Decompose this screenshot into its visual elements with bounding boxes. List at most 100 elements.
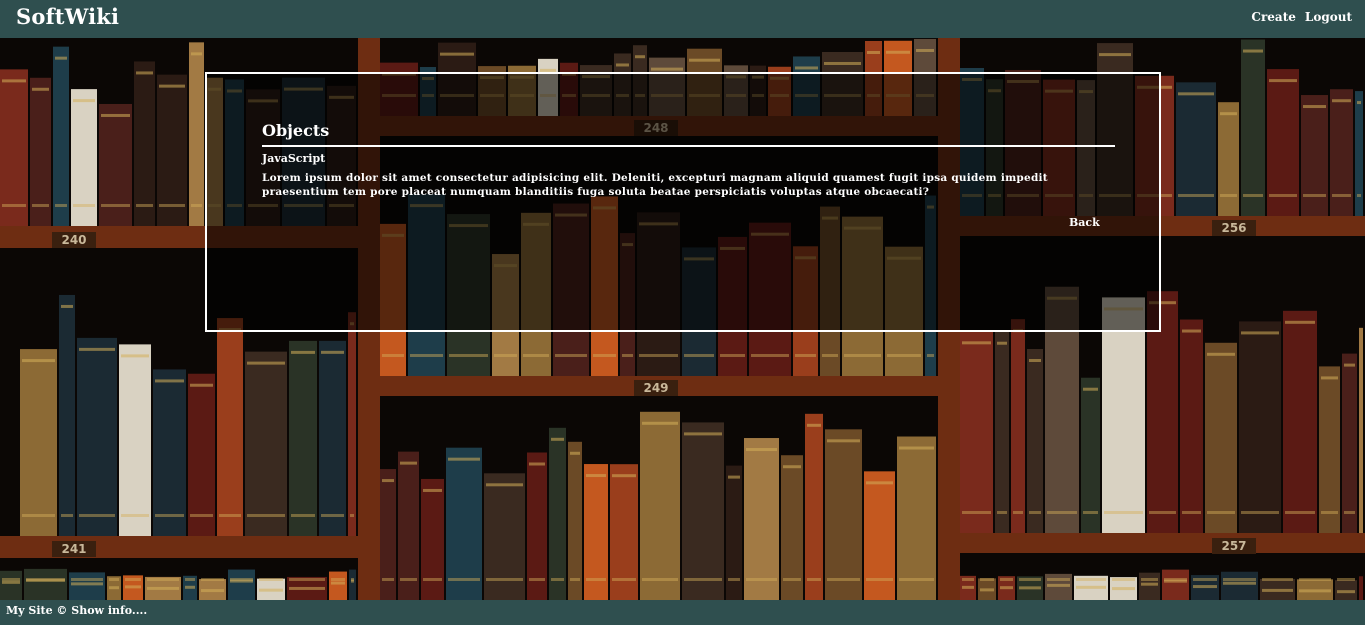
book-band (1083, 511, 1098, 514)
book-band (593, 354, 616, 357)
book-band (1321, 511, 1338, 514)
book-band (382, 479, 394, 483)
back-link[interactable]: Back (1069, 216, 1100, 229)
book-band (1303, 105, 1326, 109)
book-band (887, 354, 921, 357)
book-band (551, 437, 564, 441)
book-band (1076, 578, 1106, 581)
book-band (616, 63, 629, 67)
book-band (201, 578, 224, 581)
book-band (410, 354, 443, 357)
book-spine (1283, 310, 1317, 533)
book-band (1178, 194, 1214, 197)
book-band (783, 465, 801, 469)
book-band (101, 204, 130, 207)
book-spine (1045, 573, 1072, 600)
book-band (728, 578, 740, 581)
book-band (61, 304, 73, 308)
book-band (1099, 53, 1131, 57)
book-band (136, 71, 153, 75)
book-band (1337, 590, 1355, 594)
book-band (159, 84, 185, 88)
book-band (886, 50, 910, 54)
book-spine (349, 569, 356, 600)
book-band (1220, 194, 1237, 197)
book-band (1112, 578, 1135, 581)
book-spine (188, 373, 215, 536)
book-band (980, 578, 994, 581)
book-band (1262, 588, 1293, 592)
book-spine (245, 351, 287, 536)
shelf-number-241: 241 (61, 542, 86, 556)
article-category: JavaScript (262, 152, 326, 165)
book-band (230, 578, 253, 581)
book-band (321, 514, 344, 517)
book-spine (0, 69, 28, 226)
book-band (1149, 511, 1176, 514)
book-band (125, 585, 141, 589)
book-spine (1319, 366, 1340, 533)
book-band (247, 361, 285, 365)
book-band (400, 578, 417, 581)
book-spine (228, 569, 255, 600)
book-spine (995, 331, 1009, 533)
book-band (997, 511, 1007, 514)
book-spine (99, 103, 132, 226)
book-band (79, 347, 115, 351)
book-band (1285, 320, 1315, 324)
book-band (147, 578, 179, 581)
book-spine (805, 413, 823, 600)
article-content: Lorem ipsum dolor sit amet consectetur a… (262, 172, 1048, 198)
book-spine (1027, 349, 1043, 533)
book-band (1262, 578, 1293, 581)
book-spine (527, 452, 547, 600)
book-spine (289, 340, 317, 536)
book-band (1013, 511, 1023, 514)
book-band (795, 66, 818, 70)
book-spine (897, 436, 936, 600)
book-spine (77, 337, 117, 536)
book-band (1193, 578, 1217, 581)
book-spine (119, 344, 151, 536)
logout-link[interactable]: Logout (1305, 10, 1352, 24)
book-band (746, 448, 777, 452)
book-band (331, 581, 345, 585)
book-band (529, 578, 545, 581)
book-band (2, 578, 20, 581)
book-spine (153, 369, 186, 536)
book-band (71, 578, 103, 581)
book-spine (1205, 342, 1237, 533)
book-spine (329, 571, 347, 600)
book-spine (398, 451, 419, 600)
book-band (1076, 585, 1106, 589)
book-band (822, 354, 838, 357)
book-spine (30, 77, 51, 226)
book-band (684, 354, 714, 357)
book-band (1047, 583, 1070, 587)
brand-logo-link[interactable]: SoftWiki (16, 4, 119, 29)
book-band (486, 483, 523, 487)
book-band (1321, 376, 1338, 380)
book-band (125, 578, 141, 581)
book-spine (1267, 69, 1299, 216)
book-band (1243, 49, 1263, 53)
book-band (1269, 194, 1297, 197)
book-band (440, 52, 474, 56)
book-band (720, 354, 745, 357)
create-link[interactable]: Create (1251, 10, 1295, 24)
book-band (22, 359, 55, 363)
book-band (1047, 511, 1077, 514)
book-band (962, 578, 974, 581)
book-band (185, 585, 195, 589)
book-band (448, 457, 480, 461)
book-band (1104, 511, 1143, 514)
book-band (746, 578, 777, 581)
book-band (866, 578, 893, 581)
shelf-plank (960, 533, 1365, 553)
book-band (55, 56, 67, 60)
article-card: Objects JavaScript Lorem ipsum dolor sit… (205, 72, 1161, 332)
book-spine (446, 447, 482, 600)
book-band (1164, 578, 1187, 581)
book-spine (640, 411, 680, 600)
book-band (807, 578, 821, 581)
